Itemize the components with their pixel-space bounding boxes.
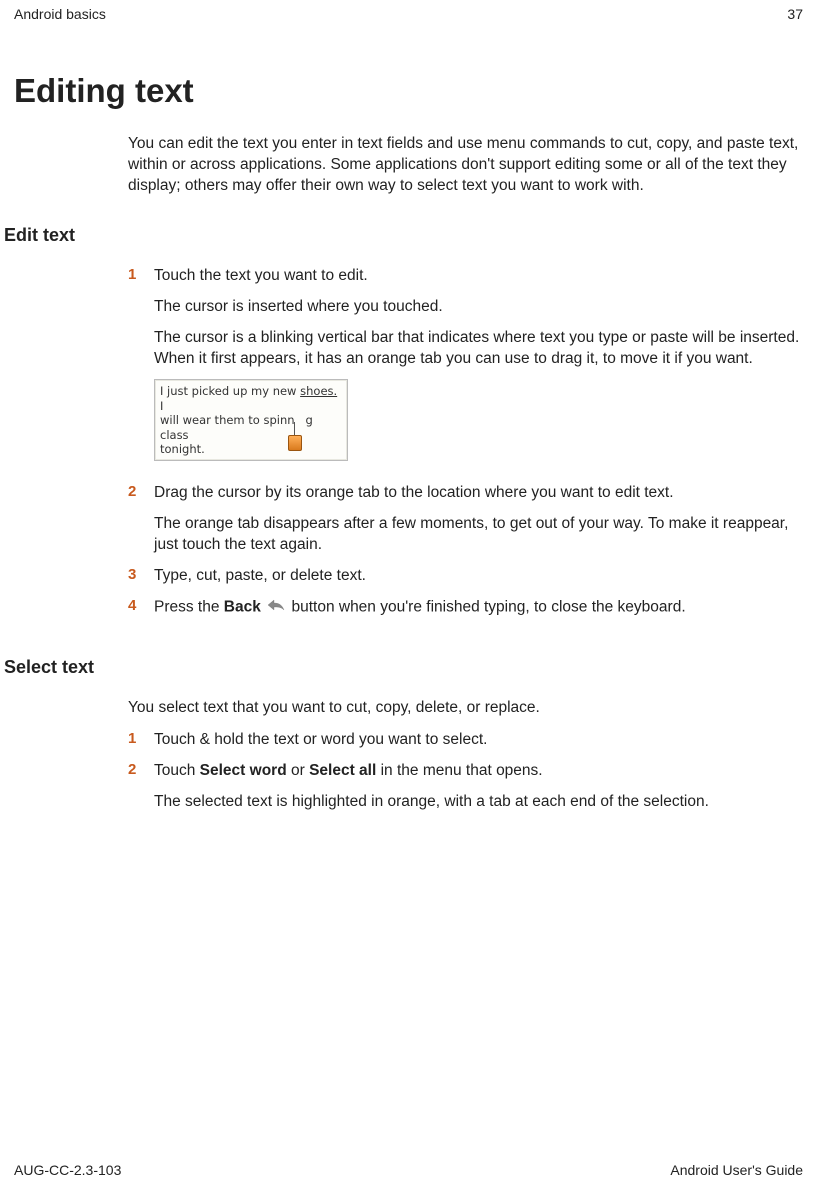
step-number: 4 bbox=[128, 597, 154, 618]
back-icon bbox=[267, 597, 285, 618]
step-number: 1 bbox=[128, 730, 154, 751]
back-label: Back bbox=[224, 599, 261, 616]
header-section: Android basics bbox=[14, 6, 106, 22]
page-title: Editing text bbox=[14, 72, 803, 110]
page-footer: AUG-CC-2.3-103 Android User's Guide bbox=[14, 1162, 803, 1178]
screenshot-text: tonight. bbox=[160, 442, 205, 456]
step-text-part: Touch bbox=[154, 762, 200, 779]
header-page-number: 37 bbox=[787, 6, 803, 22]
screenshot-text: I just picked up my new bbox=[160, 384, 300, 398]
step-text-part: in the menu that opens. bbox=[376, 762, 542, 779]
step-text: Drag the cursor by its orange tab to the… bbox=[154, 483, 803, 504]
step-number: 1 bbox=[128, 266, 154, 474]
step-2: 2 Drag the cursor by its orange tab to t… bbox=[128, 483, 803, 556]
step-text-part: or bbox=[287, 762, 309, 779]
step-text: Press the Back button when you're finish… bbox=[154, 597, 803, 618]
screenshot-text: will wear them to spinn bbox=[160, 413, 295, 427]
step-number: 3 bbox=[128, 566, 154, 587]
footer-guide-title: Android User's Guide bbox=[670, 1162, 803, 1178]
screenshot-text: shoes. bbox=[300, 384, 337, 398]
step-text: Touch & hold the text or word you want t… bbox=[154, 730, 803, 751]
step-text: The cursor is a blinking vertical bar th… bbox=[154, 328, 803, 370]
step-text: The orange tab disappears after a few mo… bbox=[154, 514, 803, 556]
step-text: Touch Select word or Select all in the m… bbox=[154, 761, 803, 782]
example-text-field-screenshot: I just picked up my new shoes. I will we… bbox=[154, 379, 348, 461]
step-number: 2 bbox=[128, 483, 154, 556]
footer-doc-id: AUG-CC-2.3-103 bbox=[14, 1162, 121, 1178]
intro-paragraph: You can edit the text you enter in text … bbox=[128, 134, 803, 197]
section-heading-select-text: Select text bbox=[4, 657, 803, 678]
step-text: The selected text is highlighted in oran… bbox=[154, 792, 803, 813]
step-text: The cursor is inserted where you touched… bbox=[154, 297, 803, 318]
step-text-part: Press the bbox=[154, 599, 224, 616]
step-number: 2 bbox=[128, 761, 154, 813]
step-text-part: button when you're finished typing, to c… bbox=[291, 599, 685, 616]
step-1: 1 Touch the text you want to edit. The c… bbox=[128, 266, 803, 474]
step-4: 4 Press the Back button when you're fini… bbox=[128, 597, 803, 618]
step-3: 3 Type, cut, paste, or delete text. bbox=[128, 566, 803, 587]
menu-option-label: Select all bbox=[309, 762, 376, 779]
step-1: 1 Touch & hold the text or word you want… bbox=[128, 730, 803, 751]
step-2: 2 Touch Select word or Select all in the… bbox=[128, 761, 803, 813]
screenshot-text: I bbox=[160, 399, 163, 413]
section-intro: You select text that you want to cut, co… bbox=[128, 698, 803, 719]
step-text: Type, cut, paste, or delete text. bbox=[154, 566, 803, 587]
page-header: Android basics 37 bbox=[14, 6, 803, 24]
step-text: Touch the text you want to edit. bbox=[154, 266, 803, 287]
section-heading-edit-text: Edit text bbox=[4, 225, 803, 246]
menu-option-label: Select word bbox=[200, 762, 287, 779]
